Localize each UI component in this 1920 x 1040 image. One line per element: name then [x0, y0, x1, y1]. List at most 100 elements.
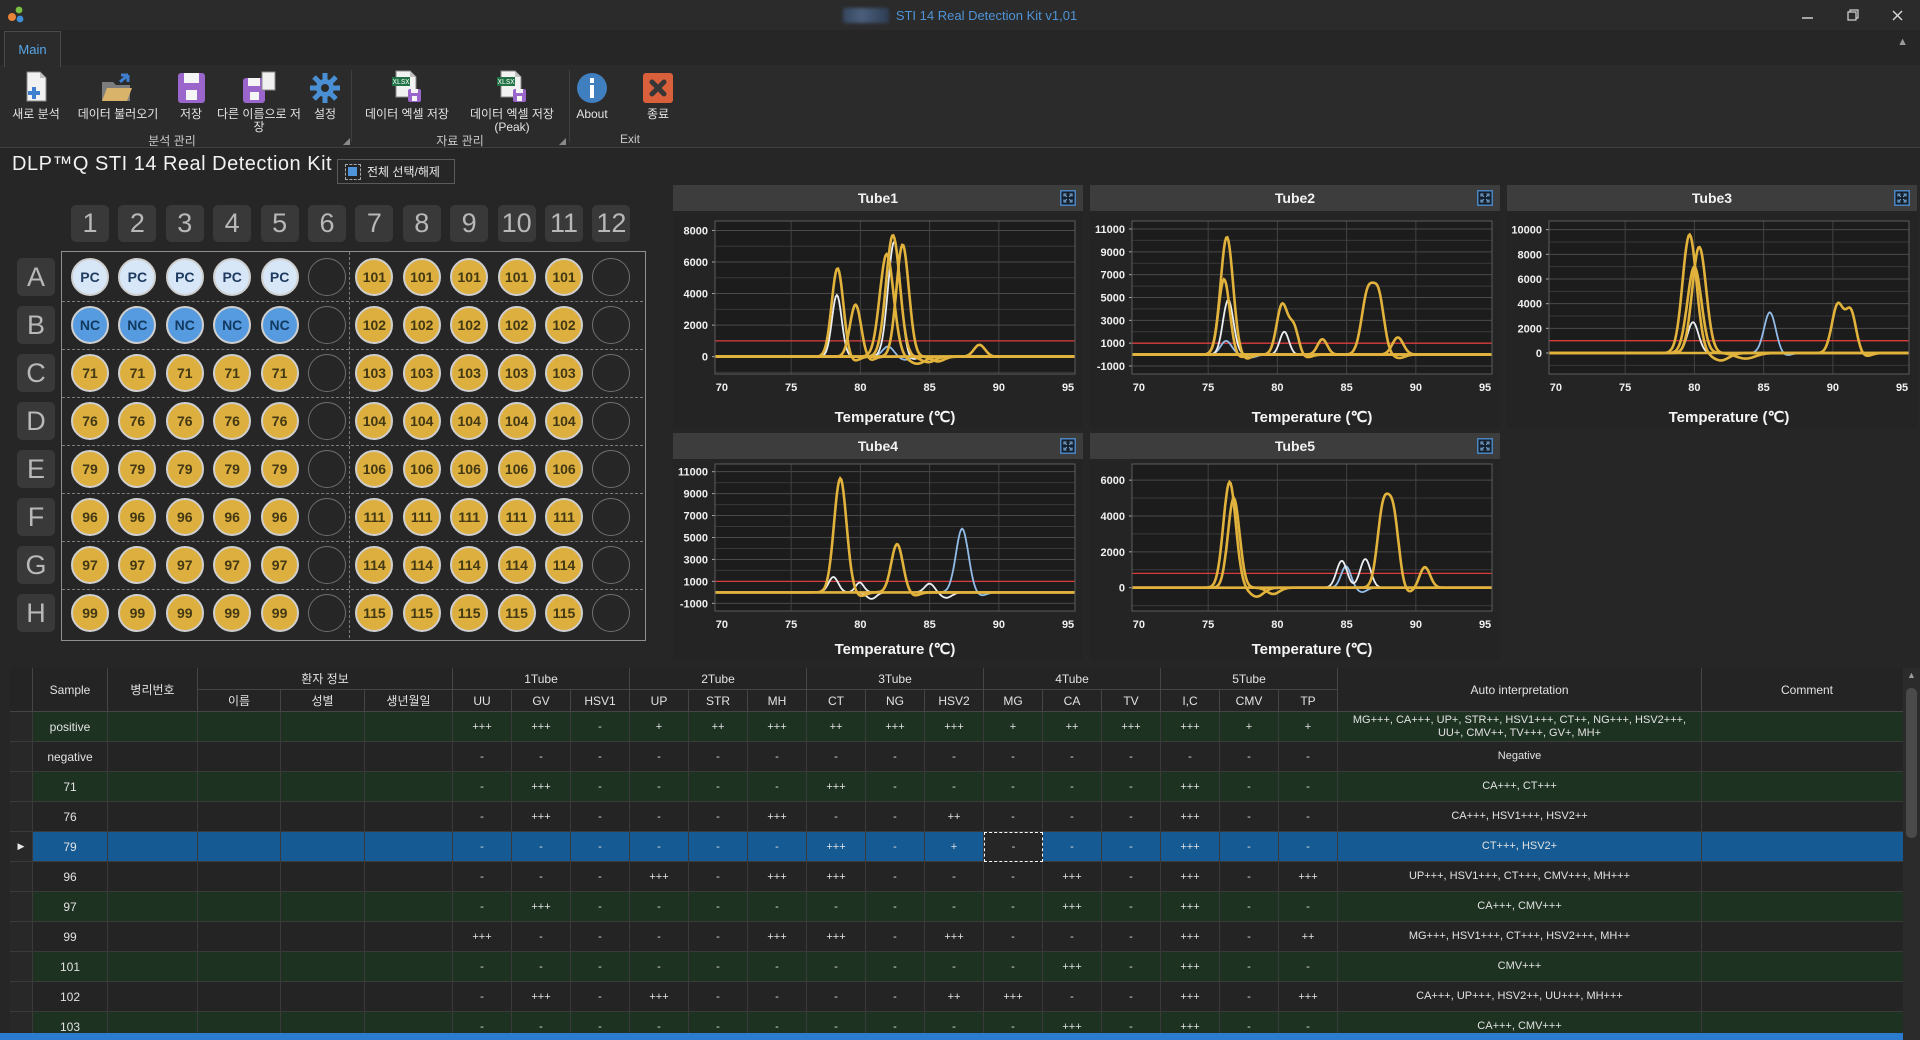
column-header-name[interactable]: 이름 [198, 690, 281, 712]
cell-marker-TV[interactable]: - [1102, 832, 1161, 862]
cell-birthdate[interactable] [365, 772, 453, 802]
well-H1[interactable]: 99 [71, 594, 109, 632]
well-B1[interactable]: NC [71, 306, 109, 344]
toolbar-button[interactable]: 종료 [636, 69, 680, 121]
cell-birthdate[interactable] [365, 832, 453, 862]
cell-marker-MG[interactable]: - [984, 832, 1043, 862]
well-D9[interactable]: 104 [450, 402, 489, 440]
cell-sex[interactable] [281, 982, 365, 1012]
expand-chart-icon[interactable] [1477, 190, 1493, 206]
well-E8[interactable]: 106 [402, 450, 441, 488]
cell-marker-UU[interactable]: - [453, 982, 512, 1012]
cell-marker-TV[interactable]: - [1102, 862, 1161, 892]
well-D11[interactable]: 104 [545, 402, 583, 440]
cell-marker-TV[interactable]: - [1102, 772, 1161, 802]
cell-name[interactable] [198, 892, 281, 922]
cell-marker-UU[interactable]: - [453, 772, 512, 802]
well-C11[interactable]: 103 [545, 354, 583, 392]
column-header-auto-interpretation[interactable]: Auto interpretation [1338, 668, 1702, 712]
cell-pathology-no[interactable] [108, 772, 198, 802]
cell-marker-CMV[interactable]: - [1220, 862, 1279, 892]
cell-marker-GV[interactable]: +++ [512, 892, 571, 922]
group-expand-triangle-icon[interactable] [559, 138, 566, 145]
cell-marker-MG[interactable]: - [984, 742, 1043, 772]
cell-marker-IC[interactable]: +++ [1161, 952, 1220, 982]
cell-comment[interactable] [1702, 922, 1913, 952]
cell-sex[interactable] [281, 832, 365, 862]
cell-pathology-no[interactable] [108, 832, 198, 862]
cell-marker-UP[interactable]: - [630, 742, 689, 772]
cell-marker-STR[interactable]: - [689, 952, 748, 982]
cell-marker-CA[interactable]: - [1043, 772, 1102, 802]
cell-marker-HSV2[interactable]: - [925, 742, 984, 772]
cell-marker-HSV1[interactable]: - [571, 952, 630, 982]
column-header-birthdate[interactable]: 생년월일 [365, 690, 453, 712]
cell-marker-CA[interactable]: +++ [1043, 952, 1102, 982]
well-F5[interactable]: 96 [260, 498, 299, 536]
cell-marker-CMV[interactable]: - [1220, 802, 1279, 832]
column-header-sample[interactable]: Sample [33, 668, 108, 712]
well-H3[interactable]: 99 [165, 594, 204, 632]
cell-birthdate[interactable] [365, 952, 453, 982]
well-C9[interactable]: 103 [450, 354, 489, 392]
cell-marker-TV[interactable]: - [1102, 982, 1161, 1012]
cell-marker-CA[interactable]: - [1043, 802, 1102, 832]
cell-marker-HSV1[interactable]: - [571, 832, 630, 862]
cell-marker-MH[interactable]: +++ [748, 862, 807, 892]
cell-marker-UP[interactable]: - [630, 952, 689, 982]
cell-marker-TV[interactable]: - [1102, 802, 1161, 832]
cell-marker-TP[interactable]: - [1279, 742, 1338, 772]
well-A4[interactable]: PC [213, 258, 252, 296]
column-header-marker-TP[interactable]: TP [1279, 690, 1338, 712]
cell-marker-CA[interactable]: +++ [1043, 892, 1102, 922]
cell-marker-CMV[interactable]: - [1220, 892, 1279, 922]
cell-marker-UP[interactable]: - [630, 772, 689, 802]
cell-birthdate[interactable] [365, 892, 453, 922]
cell-marker-NG[interactable]: +++ [866, 712, 925, 742]
well-B11[interactable]: 102 [545, 306, 583, 344]
tab-main[interactable]: Main [4, 31, 61, 67]
cell-auto-interpretation[interactable]: CA+++, CMV+++ [1338, 892, 1702, 922]
well-G6-empty[interactable] [308, 546, 346, 584]
cell-sample[interactable]: 101 [33, 952, 108, 982]
well-E11[interactable]: 106 [545, 450, 583, 488]
cell-comment[interactable] [1702, 952, 1913, 982]
well-E6-empty[interactable] [308, 450, 346, 488]
column-header-marker-GV[interactable]: GV [512, 690, 571, 712]
cell-comment[interactable] [1702, 862, 1913, 892]
toolbar-button[interactable]: 설정 [303, 69, 347, 121]
cell-marker-CT[interactable]: - [807, 982, 866, 1012]
cell-auto-interpretation[interactable]: CMV+++ [1338, 952, 1702, 982]
cell-marker-NG[interactable]: - [866, 772, 925, 802]
cell-marker-TP[interactable]: +++ [1279, 862, 1338, 892]
cell-marker-HSV1[interactable]: - [571, 712, 630, 742]
cell-marker-STR[interactable]: - [689, 742, 748, 772]
cell-marker-UU[interactable]: - [453, 862, 512, 892]
cell-marker-STR[interactable]: - [689, 802, 748, 832]
plate-column-header-4[interactable]: 4 [213, 205, 252, 242]
cell-name[interactable] [198, 922, 281, 952]
cell-marker-UU[interactable]: - [453, 952, 512, 982]
cell-marker-TV[interactable]: - [1102, 892, 1161, 922]
cell-pathology-no[interactable] [108, 892, 198, 922]
cell-marker-STR[interactable]: - [689, 982, 748, 1012]
plate-column-header-6[interactable]: 6 [308, 205, 346, 242]
cell-marker-CA[interactable]: - [1043, 832, 1102, 862]
cell-birthdate[interactable] [365, 712, 453, 742]
cell-pathology-no[interactable] [108, 982, 198, 1012]
toolbar-button[interactable]: 저장 [169, 69, 213, 121]
cell-comment[interactable] [1702, 742, 1913, 772]
cell-marker-TV[interactable]: - [1102, 742, 1161, 772]
cell-marker-MG[interactable]: - [984, 922, 1043, 952]
cell-sample[interactable]: 96 [33, 862, 108, 892]
cell-marker-TP[interactable]: ++ [1279, 922, 1338, 952]
cell-marker-UU[interactable]: +++ [453, 712, 512, 742]
cell-sample[interactable]: 102 [33, 982, 108, 1012]
cell-marker-UU[interactable]: +++ [453, 922, 512, 952]
well-A10[interactable]: 101 [497, 258, 536, 296]
well-G8[interactable]: 114 [402, 546, 441, 584]
cell-marker-TP[interactable]: - [1279, 832, 1338, 862]
cell-marker-MH[interactable]: +++ [748, 802, 807, 832]
cell-marker-MH[interactable]: - [748, 982, 807, 1012]
well-D4[interactable]: 76 [213, 402, 252, 440]
